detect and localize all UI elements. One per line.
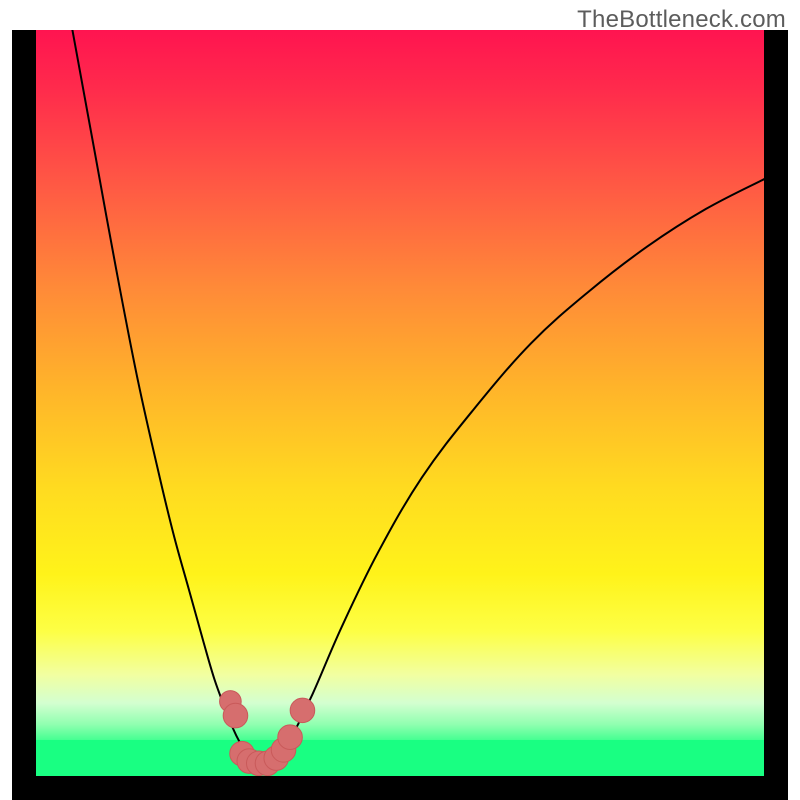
plot-frame bbox=[12, 30, 788, 800]
data-point bbox=[290, 698, 315, 723]
data-point bbox=[223, 703, 248, 728]
stage: TheBottleneck.com bbox=[0, 0, 800, 800]
data-points bbox=[220, 691, 315, 776]
watermark-text: TheBottleneck.com bbox=[577, 6, 786, 34]
points-layer bbox=[36, 30, 764, 776]
plot-area bbox=[36, 30, 764, 776]
data-point bbox=[278, 725, 303, 750]
